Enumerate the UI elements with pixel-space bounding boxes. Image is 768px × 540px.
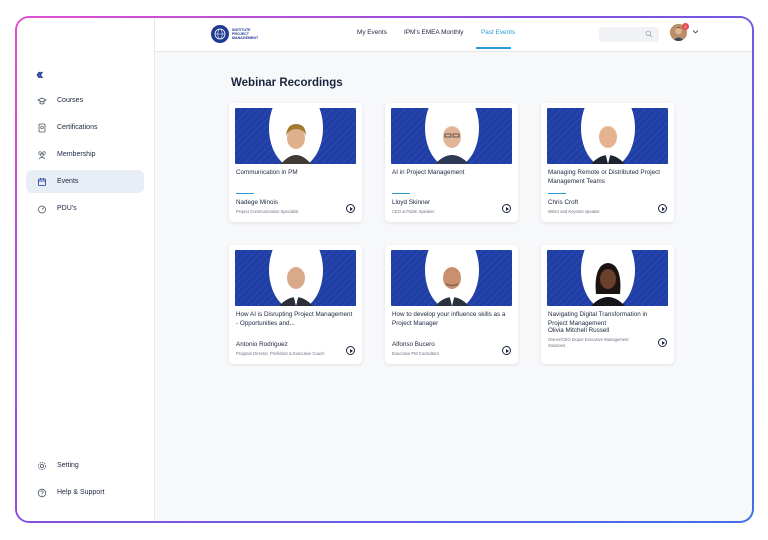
webinar-title: AI in Project Management bbox=[392, 169, 465, 176]
sidebar-item-help[interactable]: Help & Support bbox=[26, 481, 144, 504]
webinar-title: Communication in PM bbox=[236, 169, 298, 176]
speaker-role: Executive PM Consultant bbox=[392, 351, 439, 356]
sidebar-item-label: Events bbox=[57, 178, 79, 185]
play-button[interactable] bbox=[502, 346, 511, 355]
speaker-photo bbox=[591, 126, 625, 164]
speaker-photo bbox=[281, 124, 311, 164]
webinar-card[interactable]: How to develop your influence skills as … bbox=[385, 245, 518, 364]
speaker-role: Writer and Keynote speaker bbox=[548, 209, 600, 214]
gear-icon bbox=[36, 460, 48, 472]
sidebar-item-label: Membership bbox=[57, 151, 96, 158]
webinar-thumbnail bbox=[391, 250, 512, 306]
webinar-title: Navigating Digital Transformation in Pro… bbox=[548, 311, 648, 327]
webinar-card[interactable]: AI in Project Management Lloyd Skinner C… bbox=[385, 103, 518, 222]
window-frame: ‹‹ Courses Certifications Membership Eve… bbox=[15, 16, 754, 523]
sidebar-item-courses[interactable]: Courses bbox=[26, 89, 144, 112]
webinar-thumbnail bbox=[547, 108, 668, 164]
sidebar-item-events[interactable]: Events bbox=[26, 170, 144, 193]
tab-ipm-emea-monthly[interactable]: IPM's EMEA Monthly bbox=[404, 29, 463, 36]
speaker-photo bbox=[435, 126, 469, 164]
tab-past-events[interactable]: Past Events bbox=[481, 29, 515, 36]
speaker-name: Lloyd Skinner bbox=[392, 199, 431, 206]
sidebar-item-label: PDU's bbox=[57, 205, 77, 212]
graduation-cap-icon bbox=[36, 95, 48, 107]
double-chevron-left-icon[interactable]: ‹‹ bbox=[36, 66, 43, 84]
logo[interactable]: INSTITUTE PROJECT MANAGEMENT bbox=[211, 25, 260, 43]
active-tab-indicator bbox=[476, 47, 511, 49]
speaker-photo bbox=[279, 267, 313, 306]
notification-badge: 2 bbox=[682, 23, 689, 30]
gauge-icon bbox=[36, 203, 48, 215]
certificate-icon bbox=[36, 122, 48, 134]
play-button[interactable] bbox=[346, 204, 355, 213]
webinar-card[interactable]: Managing Remote or Distributed Project M… bbox=[541, 103, 674, 222]
webinar-card[interactable]: Navigating Digital Transformation in Pro… bbox=[541, 245, 674, 364]
sidebar-item-label: Certifications bbox=[57, 124, 98, 131]
play-button[interactable] bbox=[502, 204, 511, 213]
speaker-role: Program Director, Professor & Executive … bbox=[236, 351, 325, 356]
webinar-card[interactable]: Communication in PM Nadege Minois Projec… bbox=[229, 103, 362, 222]
sidebar-item-label: Setting bbox=[57, 462, 79, 469]
speaker-photo bbox=[591, 263, 625, 306]
play-button[interactable] bbox=[658, 338, 667, 347]
webinar-thumbnail bbox=[547, 250, 668, 306]
speaker-name: Olivia Mitchell Russell bbox=[548, 327, 610, 334]
sidebar-item-certifications[interactable]: Certifications bbox=[26, 116, 144, 139]
sidebar-item-pdus[interactable]: PDU's bbox=[26, 197, 144, 220]
speaker-photo bbox=[435, 267, 469, 306]
divider bbox=[548, 193, 566, 194]
speaker-role: Owner/CEO Exque Executive Management Sol… bbox=[548, 337, 629, 348]
search-icon bbox=[645, 30, 653, 38]
logo-wordmark: INSTITUTE PROJECT MANAGEMENT bbox=[232, 28, 260, 41]
help-icon bbox=[36, 487, 48, 499]
webinar-card[interactable]: How AI is Disrupting Project Management … bbox=[229, 245, 362, 364]
play-button[interactable] bbox=[346, 346, 355, 355]
page-title: Webinar Recordings bbox=[231, 77, 343, 89]
sidebar-item-setting[interactable]: Setting bbox=[26, 454, 144, 477]
speaker-name: Nadege Minois bbox=[236, 199, 279, 206]
speaker-name: Chris Croft bbox=[548, 199, 579, 206]
speaker-name: Antonio Rodriguez bbox=[236, 341, 288, 348]
sidebar-item-label: Courses bbox=[57, 97, 84, 104]
webinar-title: How AI is Disrupting Project Management … bbox=[236, 311, 353, 327]
webinar-title: Managing Remote or Distributed Project M… bbox=[548, 169, 660, 185]
webinar-thumbnail bbox=[391, 108, 512, 164]
webinar-thumbnail bbox=[235, 108, 356, 164]
divider bbox=[392, 193, 410, 194]
tab-my-events[interactable]: My Events bbox=[357, 29, 387, 36]
top-navigation-bar: INSTITUTE PROJECT MANAGEMENT My Events I… bbox=[155, 18, 752, 52]
speaker-role: CEO & Public Speaker bbox=[392, 209, 435, 214]
sidebar-item-membership[interactable]: Membership bbox=[26, 143, 144, 166]
sidebar: ‹‹ Courses Certifications Membership Eve… bbox=[17, 18, 155, 521]
chevron-down-icon[interactable] bbox=[692, 29, 699, 35]
speaker-name: Alfonso Bucero bbox=[392, 341, 435, 348]
speaker-role: Project Communication Specialist bbox=[236, 209, 299, 214]
divider bbox=[236, 193, 254, 194]
search-input[interactable] bbox=[599, 27, 659, 42]
logo-line: MANAGEMENT bbox=[232, 36, 259, 41]
webinar-thumbnail bbox=[235, 250, 356, 306]
calendar-icon bbox=[36, 176, 48, 188]
webinar-title: How to develop your influence skills as … bbox=[392, 311, 506, 327]
people-icon bbox=[36, 149, 48, 161]
sidebar-item-label: Help & Support bbox=[57, 489, 105, 496]
app-window: ‹‹ Courses Certifications Membership Eve… bbox=[17, 18, 752, 521]
play-button[interactable] bbox=[658, 204, 667, 213]
globe-logo-icon bbox=[211, 25, 229, 43]
